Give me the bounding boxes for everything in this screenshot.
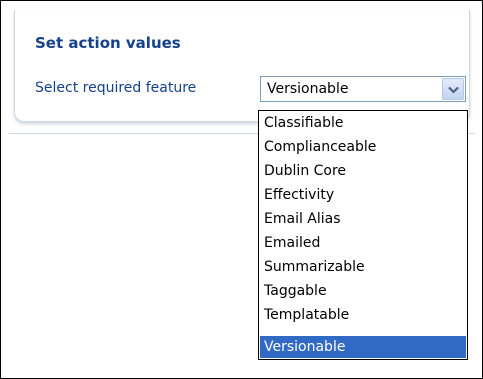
feature-dropdown-list: Classifiable Complianceable Dublin Core … (258, 110, 468, 360)
option-classifiable[interactable]: Classifiable (260, 112, 466, 134)
dialog-frame: Set action values Select required featur… (0, 0, 483, 379)
option-complianceable[interactable]: Complianceable (260, 136, 466, 158)
feature-select-value: Versionable (267, 81, 349, 97)
option-summarizable[interactable]: Summarizable (260, 256, 466, 278)
option-emailed[interactable]: Emailed (260, 232, 466, 254)
option-effectivity[interactable]: Effectivity (260, 184, 466, 206)
feature-select-label: Select required feature (35, 80, 197, 96)
option-versionable[interactable]: Versionable (260, 336, 466, 358)
option-taggable[interactable]: Taggable (260, 280, 466, 302)
dropdown-toggle-button[interactable] (442, 78, 464, 100)
action-values-panel (14, 10, 470, 122)
option-templatable[interactable]: Templatable (260, 304, 466, 326)
chevron-down-icon (448, 86, 459, 94)
option-dublin-core[interactable]: Dublin Core (260, 160, 466, 182)
feature-select[interactable]: Versionable (260, 76, 466, 102)
option-email-alias[interactable]: Email Alias (260, 208, 466, 230)
panel-title: Set action values (35, 34, 181, 52)
